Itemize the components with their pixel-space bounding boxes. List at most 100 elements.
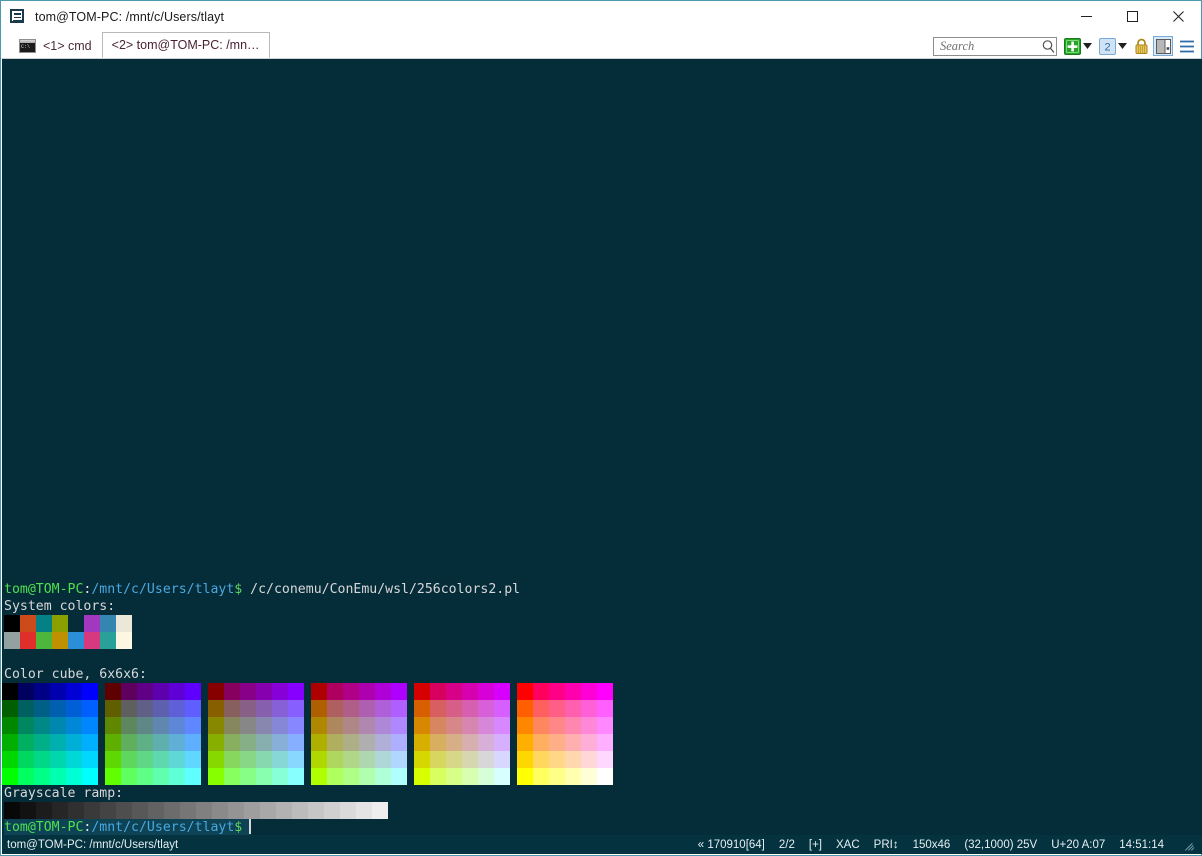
color-cube-cell: [272, 700, 288, 717]
color-cube-cell: [18, 768, 34, 785]
color-cube-row: [105, 700, 201, 717]
color-cube-cell: [66, 683, 82, 700]
grayscale-cell-22: [356, 802, 372, 819]
color-cube-cell: [50, 700, 66, 717]
grayscale-cell-8: [132, 802, 148, 819]
console-count-button[interactable]: 2: [1098, 37, 1116, 55]
color-cube-cell: [327, 734, 343, 751]
new-console-dropdown[interactable]: [1081, 37, 1094, 55]
color-cube-cell: [462, 717, 478, 734]
resize-grip-icon[interactable]: [1182, 838, 1196, 852]
color-cube-cell: [478, 751, 494, 768]
color-cube-row: [517, 717, 613, 734]
color-cube-cell: [565, 717, 581, 734]
color-cube-cell: [517, 717, 533, 734]
system-colors-row-1: [2, 615, 1202, 632]
color-cube-cell: [327, 768, 343, 785]
status-build: « 170910[64]: [697, 838, 765, 851]
color-cube-cell: [311, 751, 327, 768]
color-cube-cell: [581, 751, 597, 768]
color-cube-cell: [549, 751, 565, 768]
tab-cmd[interactable]: <1> cmd: [9, 34, 102, 58]
terminal-screen[interactable]: tom@TOM-PC:/mnt/c/Users/tlayt$ /c/conemu…: [2, 59, 1202, 837]
block-cursor: [249, 819, 252, 834]
grayscale-cell-9: [148, 802, 164, 819]
color-cube-cell: [121, 700, 137, 717]
color-cube-row: [517, 734, 613, 751]
color-cube-cell: [462, 700, 478, 717]
toolbar: 2: [933, 34, 1197, 58]
color-cube-cell: [137, 717, 153, 734]
color-cube-cell: [597, 683, 613, 700]
lock-icon[interactable]: [1133, 37, 1150, 55]
color-cube-cell: [18, 717, 34, 734]
color-cube-cell: [359, 700, 375, 717]
color-cube-cell: [288, 700, 304, 717]
color-cube-cell: [137, 768, 153, 785]
color-cube-cell: [121, 683, 137, 700]
color-cube-cell: [169, 717, 185, 734]
color-cube-cell: [121, 717, 137, 734]
color-cube-cell: [430, 683, 446, 700]
system-color-swatch-r1-0: [4, 615, 20, 632]
system-color-swatch-r1-6: [100, 615, 116, 632]
color-cube-cell: [169, 734, 185, 751]
color-cube-cell: [185, 768, 201, 785]
status-console-index: 2/2: [778, 838, 795, 851]
status-indicators: « 170910[64] 2/2 [+] XAC PRI↕ 150x46 (32…: [698, 838, 1202, 852]
color-cube-cell: [224, 734, 240, 751]
search-input[interactable]: [934, 37, 1040, 55]
color-cube-cell: [34, 683, 50, 700]
grayscale-cell-11: [180, 802, 196, 819]
color-cube-row: [414, 700, 510, 717]
search-box[interactable]: [933, 36, 1057, 56]
close-button[interactable]: [1155, 1, 1201, 32]
color-cube-cell: [240, 683, 256, 700]
color-cube-cell: [327, 751, 343, 768]
system-color-swatch-r1-7: [116, 615, 132, 632]
color-cube-cell: [82, 734, 98, 751]
color-cube-row: [311, 700, 407, 717]
color-cube-cell: [105, 700, 121, 717]
color-cube-cell: [494, 700, 510, 717]
new-console-group: [1063, 37, 1094, 55]
terminal-line-prompt: tom@TOM-PC:/mnt/c/Users/tlayt$: [2, 819, 1202, 836]
magnifier-icon[interactable]: [1040, 38, 1057, 55]
color-cube-cell: [34, 768, 50, 785]
grayscale-cell-19: [308, 802, 324, 819]
hamburger-menu-icon[interactable]: [1177, 37, 1197, 55]
color-cube-cell: [18, 683, 34, 700]
split-pane-icon[interactable]: [1153, 36, 1173, 56]
minimize-button[interactable]: [1063, 1, 1109, 32]
new-console-button[interactable]: [1063, 37, 1081, 55]
grayscale-cell-2: [36, 802, 52, 819]
color-cube-row: [105, 751, 201, 768]
color-cube-cell: [517, 768, 533, 785]
color-cube-cell: [2, 683, 18, 700]
maximize-button[interactable]: [1109, 1, 1155, 32]
color-cube-cell: [517, 700, 533, 717]
status-cursor-pos: (32,1000) 25V: [964, 838, 1038, 851]
color-cube-row: [208, 700, 304, 717]
color-cube-cell: [359, 768, 375, 785]
system-color-swatch-r1-2: [36, 615, 52, 632]
tab-wsl[interactable]: <2> tom@TOM-PC: /mn…: [101, 32, 270, 58]
color-cube-block-r2: [208, 683, 304, 785]
color-cube-cell: [414, 683, 430, 700]
console-list-dropdown[interactable]: [1116, 37, 1129, 55]
color-cube-cell: [66, 751, 82, 768]
prompt2-path: /mnt/c/Users/tlayt: [91, 820, 235, 835]
color-cube-cell: [272, 768, 288, 785]
color-cube-cell: [565, 768, 581, 785]
color-cube-cell: [565, 700, 581, 717]
color-cube-cell: [66, 768, 82, 785]
color-cube-cell: [82, 700, 98, 717]
color-cube-cell: [137, 683, 153, 700]
color-cube-cell: [66, 717, 82, 734]
color-cube-cell: [533, 683, 549, 700]
color-cube-cell: [208, 768, 224, 785]
color-cube-cell: [343, 683, 359, 700]
color-cube-cell: [272, 751, 288, 768]
color-cube-cell: [105, 734, 121, 751]
